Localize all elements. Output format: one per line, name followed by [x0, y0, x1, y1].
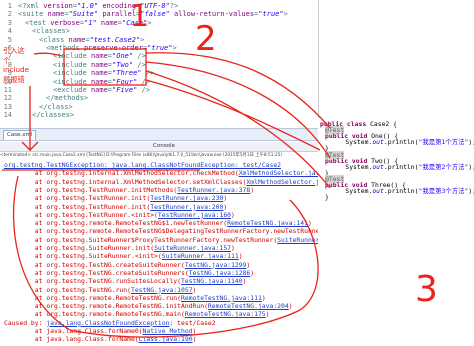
- arrow-four: [145, 79, 321, 151]
- down-arrow: [21, 86, 39, 152]
- annotation-overlay: [2, 48, 331, 338]
- note-arrow: [33, 52, 63, 57]
- stack-trace-loop: [12, 175, 319, 338]
- include-highlight-box: [63, 48, 147, 86]
- annotation-shapes: [2, 48, 331, 338]
- arrow-two: [145, 61, 331, 159]
- arrow-one: [145, 52, 331, 129]
